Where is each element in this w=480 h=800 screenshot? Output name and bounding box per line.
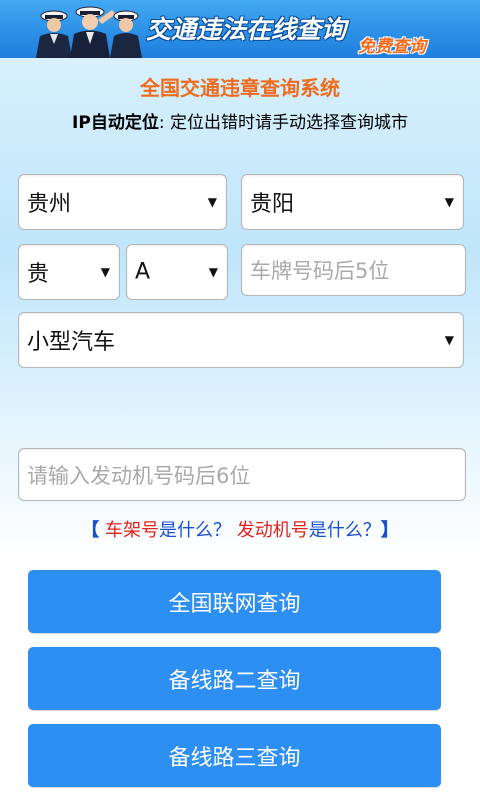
help-links: 【 车架号是什么？ 发动机号是什么？】 (0, 516, 480, 542)
ip-location-note: IP自动定位: 定位出错时请手动选择查询城市 (0, 108, 480, 133)
frame-number-help-text: 是什么？ (159, 520, 231, 541)
dropdown-arrow-icon: ▼ (207, 195, 217, 209)
plate-letter-value: A (135, 259, 151, 285)
plate-prefix-select[interactable]: 贵 ▼ (18, 244, 120, 300)
backup-route-3-button[interactable]: 备线路三查询 (28, 724, 441, 787)
dropdown-arrow-icon: ▼ (444, 195, 454, 209)
banner-title: 交通违法在线查询 (146, 15, 347, 44)
plate-letter-select[interactable]: A ▼ (126, 244, 228, 300)
city-select[interactable]: 贵阳 ▼ (241, 174, 464, 230)
plate-prefix-value: 贵 (27, 262, 50, 287)
dropdown-arrow-icon: ▼ (208, 265, 218, 279)
ip-location-text: : 定位出错时请手动选择查询城市 (158, 113, 408, 133)
app-banner: 交通违法在线查询 免费查询 (0, 0, 480, 58)
plate-number-placeholder: 车牌号码后5位 (250, 259, 390, 283)
province-value: 贵州 (27, 192, 72, 217)
engine-number-input[interactable]: 请输入发动机号码后6位 (18, 448, 466, 501)
dropdown-arrow-icon: ▼ (444, 333, 454, 347)
bracket-close: 】 (380, 520, 399, 541)
province-select[interactable]: 贵州 ▼ (18, 174, 227, 230)
city-value: 贵阳 (250, 192, 295, 217)
vehicle-type-select[interactable]: 小型汽车 ▼ (18, 312, 464, 368)
backup-route-2-button[interactable]: 备线路二查询 (28, 647, 441, 710)
bracket-open: 【 (81, 520, 100, 541)
free-query-badge: 免费查询 (358, 37, 426, 57)
national-query-button[interactable]: 全国联网查询 (28, 570, 441, 633)
engine-number-link[interactable]: 发动机号 (237, 520, 309, 541)
plate-number-input[interactable]: 车牌号码后5位 (241, 244, 466, 296)
traffic-police-image (36, 6, 142, 58)
engine-number-help-text: 是什么？ (308, 520, 381, 541)
vehicle-type-value: 小型汽车 (27, 330, 116, 355)
ip-location-label: IP自动定位 (72, 113, 159, 133)
dropdown-arrow-icon: ▼ (100, 265, 110, 279)
system-title: 全国交通违章查询系统 (140, 76, 340, 100)
engine-number-placeholder: 请输入发动机号码后6位 (27, 463, 251, 488)
frame-number-link[interactable]: 车架号 (105, 520, 159, 541)
